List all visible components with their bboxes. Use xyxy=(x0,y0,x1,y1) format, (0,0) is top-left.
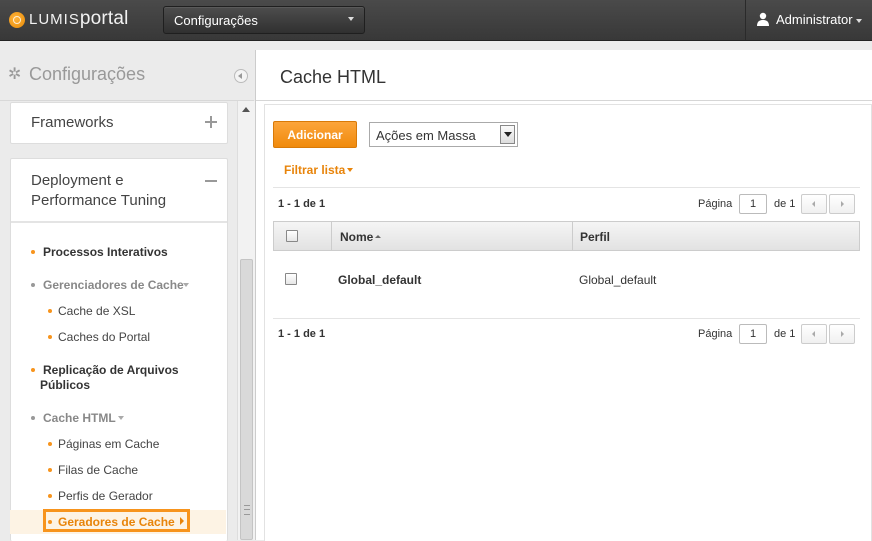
bullet-icon xyxy=(31,416,35,420)
sidebar-item-filas-de-cache[interactable]: Filas de Cache xyxy=(58,463,138,477)
row-checkbox[interactable] xyxy=(285,273,297,285)
sidebar-item-paginas-em-cache[interactable]: Páginas em Cache xyxy=(58,437,159,451)
site-selector[interactable]: Configurações xyxy=(163,6,365,34)
filter-list-link[interactable]: Filtrar lista xyxy=(284,163,345,177)
divider xyxy=(0,100,254,101)
top-bar: LUMISportal Configurações Administrator xyxy=(0,0,872,41)
page-label: Página xyxy=(698,328,733,340)
table-header: Nome Perfil xyxy=(273,221,860,251)
panel-label: Frameworks xyxy=(31,114,114,131)
sidebar-scrollbar[interactable] xyxy=(237,101,255,540)
add-button-label: Adicionar xyxy=(287,128,343,142)
scrollbar-thumb[interactable] xyxy=(240,259,253,540)
prev-page-button[interactable] xyxy=(801,194,827,214)
scroll-up-icon[interactable] xyxy=(242,107,250,112)
prev-page-button[interactable] xyxy=(801,324,827,344)
chevron-right-icon xyxy=(180,517,184,525)
bulk-actions-label: Ações em Massa xyxy=(376,128,476,143)
bullet-icon xyxy=(31,283,35,287)
chevron-down-icon xyxy=(856,19,862,23)
result-count: 1 - 1 de 1 xyxy=(278,328,326,340)
site-selector-label: Configurações xyxy=(174,13,258,28)
logo-product: portal xyxy=(79,8,129,29)
sidebar-item-geradores-de-cache[interactable]: Geradores de Cache xyxy=(58,515,175,529)
sidebar-item-cache-html[interactable]: Cache HTML xyxy=(43,411,116,425)
chevron-left-icon xyxy=(812,331,815,337)
bullet-icon xyxy=(48,520,52,524)
add-button[interactable]: Adicionar xyxy=(273,121,357,148)
page-title: Cache HTML xyxy=(280,67,387,87)
panel-deployment: Deployment e Performance Tuning xyxy=(10,158,228,541)
chevron-down-icon xyxy=(504,132,512,137)
chevron-down-icon xyxy=(347,168,353,172)
user-menu[interactable]: Administrator xyxy=(745,0,872,40)
chevron-right-icon xyxy=(841,331,844,337)
divider xyxy=(273,187,860,188)
collapse-sidebar-button[interactable] xyxy=(234,69,248,83)
logo-brand: LUMIS xyxy=(29,11,80,28)
chevron-down-icon xyxy=(348,17,354,21)
panel-frameworks[interactable]: Frameworks xyxy=(10,102,228,144)
bullet-icon xyxy=(48,468,52,472)
chevron-left-icon xyxy=(812,201,815,207)
user-name: Administrator xyxy=(776,12,853,27)
chevron-down-icon xyxy=(118,416,124,420)
divider xyxy=(11,221,227,223)
expand-plus-icon[interactable] xyxy=(205,116,217,128)
page-number-input[interactable]: 1 xyxy=(739,194,767,214)
column-divider xyxy=(331,222,332,250)
panel-label[interactable]: Deployment e Performance Tuning xyxy=(31,171,201,211)
page-number-input[interactable]: 1 xyxy=(739,324,767,344)
next-page-button[interactable] xyxy=(829,324,855,344)
bullet-icon xyxy=(31,250,35,254)
grip-icon xyxy=(244,505,250,515)
page-total: de 1 xyxy=(774,198,796,210)
bullet-icon xyxy=(48,494,52,498)
chevron-right-icon xyxy=(841,201,844,207)
divider xyxy=(273,318,860,319)
sidebar-item-perfis-de-gerador[interactable]: Perfis de Gerador xyxy=(58,489,153,503)
table-row[interactable]: Global_default Global_default xyxy=(273,252,860,312)
lumis-logo-icon xyxy=(9,12,25,28)
select-all-checkbox[interactable] xyxy=(286,230,298,242)
sidebar-item-gerenciadores-de-cache[interactable]: Gerenciadores de Cache xyxy=(43,278,184,292)
content-box xyxy=(264,104,872,541)
page-label: Página xyxy=(698,198,733,210)
sidebar-item-caches-do-portal[interactable]: Caches do Portal xyxy=(58,330,150,344)
cell-nome[interactable]: Global_default xyxy=(338,273,421,287)
result-count: 1 - 1 de 1 xyxy=(278,198,326,210)
sidebar-item-replicacao-de-arquivos-publicos[interactable]: Replicação de Arquivos Públicos xyxy=(40,363,190,393)
chevron-down-icon xyxy=(183,283,189,287)
sidebar-header: ✲ Configurações xyxy=(0,52,254,98)
bulk-actions-select[interactable]: Ações em Massa xyxy=(369,122,518,147)
user-icon xyxy=(757,12,769,26)
column-header-perfil[interactable]: Perfil xyxy=(580,230,610,244)
sidebar-item-processos-interativos[interactable]: Processos Interativos xyxy=(43,245,168,259)
settings-icon: ✲ xyxy=(8,64,22,83)
column-header-nome[interactable]: Nome xyxy=(340,230,373,244)
logo[interactable]: LUMISportal xyxy=(29,8,129,30)
sidebar-title: Configurações xyxy=(29,64,146,84)
dropdown-button[interactable] xyxy=(500,125,515,144)
bullet-icon xyxy=(31,368,35,372)
divider xyxy=(256,100,872,101)
column-divider xyxy=(572,222,573,250)
collapse-minus-icon[interactable] xyxy=(205,180,217,182)
next-page-button[interactable] xyxy=(829,194,855,214)
bullet-icon xyxy=(48,335,52,339)
bullet-icon xyxy=(48,442,52,446)
bullet-icon xyxy=(48,309,52,313)
cell-perfil: Global_default xyxy=(579,273,657,287)
sidebar-item-cache-de-xsl[interactable]: Cache de XSL xyxy=(58,304,135,318)
page-total: de 1 xyxy=(774,328,796,340)
sort-ascending-icon xyxy=(375,235,381,238)
